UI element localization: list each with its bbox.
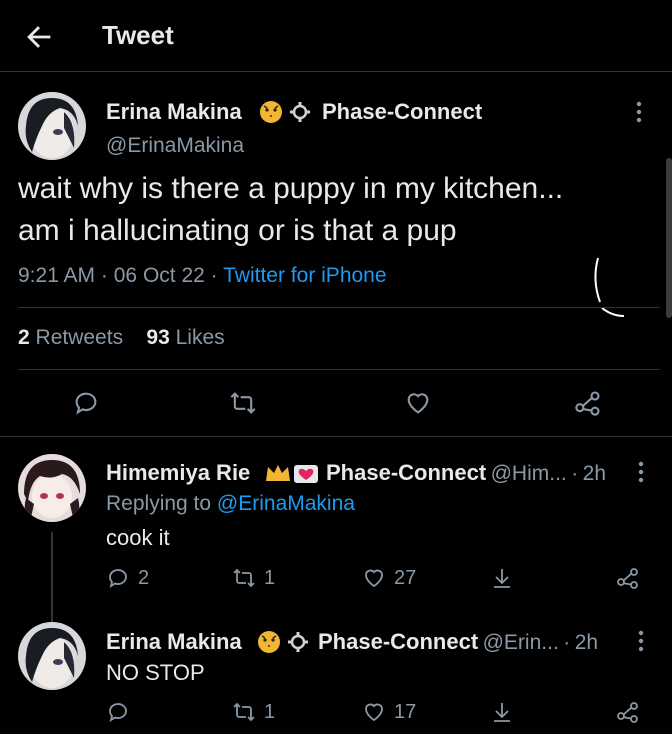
download-arrow-icon[interactable] [490,700,514,729]
thread-line [51,532,53,622]
tweet-text-line: wait why is there a puppy in my kitchen.… [18,172,564,205]
divider [0,436,672,437]
author-name[interactable]: Erina Makina [106,629,242,655]
like-count: 17 [394,700,417,723]
tweet-time: 9:21 AM [18,264,96,287]
divider [18,307,660,308]
tweet-source[interactable]: Twitter for iPhone [223,264,386,287]
retweet-icon[interactable] [229,389,257,422]
tweet-date: 06 Oct 22 [113,264,205,287]
engagement-stats: 2 Retweets 93 Likes [18,326,225,350]
affiliation-label: Phase-Connect [318,629,479,654]
more-vertical-icon[interactable] [638,460,644,489]
reply-count: 2 [138,566,150,589]
share-icon[interactable] [616,566,640,595]
tweet-meta: 9:21 AM · 06 Oct 22 · Twitter for iPhone [18,264,387,287]
heart-icon[interactable] [404,389,432,422]
scrollbar[interactable] [666,158,672,318]
page-title: Tweet [102,20,174,50]
author-handle[interactable]: @Erin... [483,631,559,654]
replying-to-link[interactable]: @ErinaMakina [217,492,355,515]
replying-to: Replying to @ErinaMakina [106,492,355,515]
top-bar: Tweet [0,0,672,72]
author-name[interactable]: Erina Makina [106,99,242,125]
affiliation-label: Phase-Connect [322,99,483,124]
retweet-icon [233,568,255,588]
likes-stat[interactable]: 93 Likes [146,326,224,349]
retweet-icon [233,702,255,722]
reply-time: 2h [574,631,599,654]
retweets-stat[interactable]: 2 Retweets [18,326,123,349]
heart-icon [365,569,383,588]
divider [18,369,660,370]
like-button[interactable]: 27 [362,566,416,590]
tweet-text-line: am i hallucinating or is that a pup [18,214,457,247]
avatar[interactable] [18,92,86,160]
like-count: 27 [394,566,417,589]
reply-text: cook it [106,525,170,550]
affiliation-label: Phase-Connect [326,460,487,485]
retweet-count: 1 [264,566,276,589]
reply-text: NO STOP [106,660,205,685]
share-icon[interactable] [574,389,602,422]
reply-time: 2h [582,462,607,485]
tweet-text: wait why is there a puppy in my kitchen.… [18,168,658,252]
retweet-count: 1 [264,700,276,723]
avatar[interactable] [18,454,86,522]
heart-icon [365,703,383,722]
like-button[interactable]: 17 [362,700,416,724]
author-name[interactable]: Himemiya Rie [106,460,250,486]
download-arrow-icon[interactable] [490,566,514,595]
avatar[interactable] [18,622,86,690]
author-handle[interactable]: @Him... [491,462,567,485]
reply-icon [109,569,127,588]
author-handle[interactable]: @ErinaMakina [106,134,244,158]
more-vertical-icon[interactable] [636,100,642,130]
tiger-badge-icon [258,98,314,126]
more-vertical-icon[interactable] [638,629,644,658]
reply-header: Phase-Connect @Him... · 2h [326,460,607,485]
reply-button[interactable]: 2 [106,566,149,590]
retweet-button[interactable]: 1 [232,700,275,724]
retweet-button[interactable]: 1 [232,566,275,590]
reply-icon[interactable] [106,700,130,729]
reply-icon[interactable] [72,389,100,422]
share-icon[interactable] [616,700,640,729]
tiger-badge-icon [256,628,312,656]
crown-heart-badge-icon [264,459,320,487]
reply-header: Phase-Connect @Erin... · 2h [318,629,599,654]
back-arrow-icon[interactable] [22,20,56,54]
